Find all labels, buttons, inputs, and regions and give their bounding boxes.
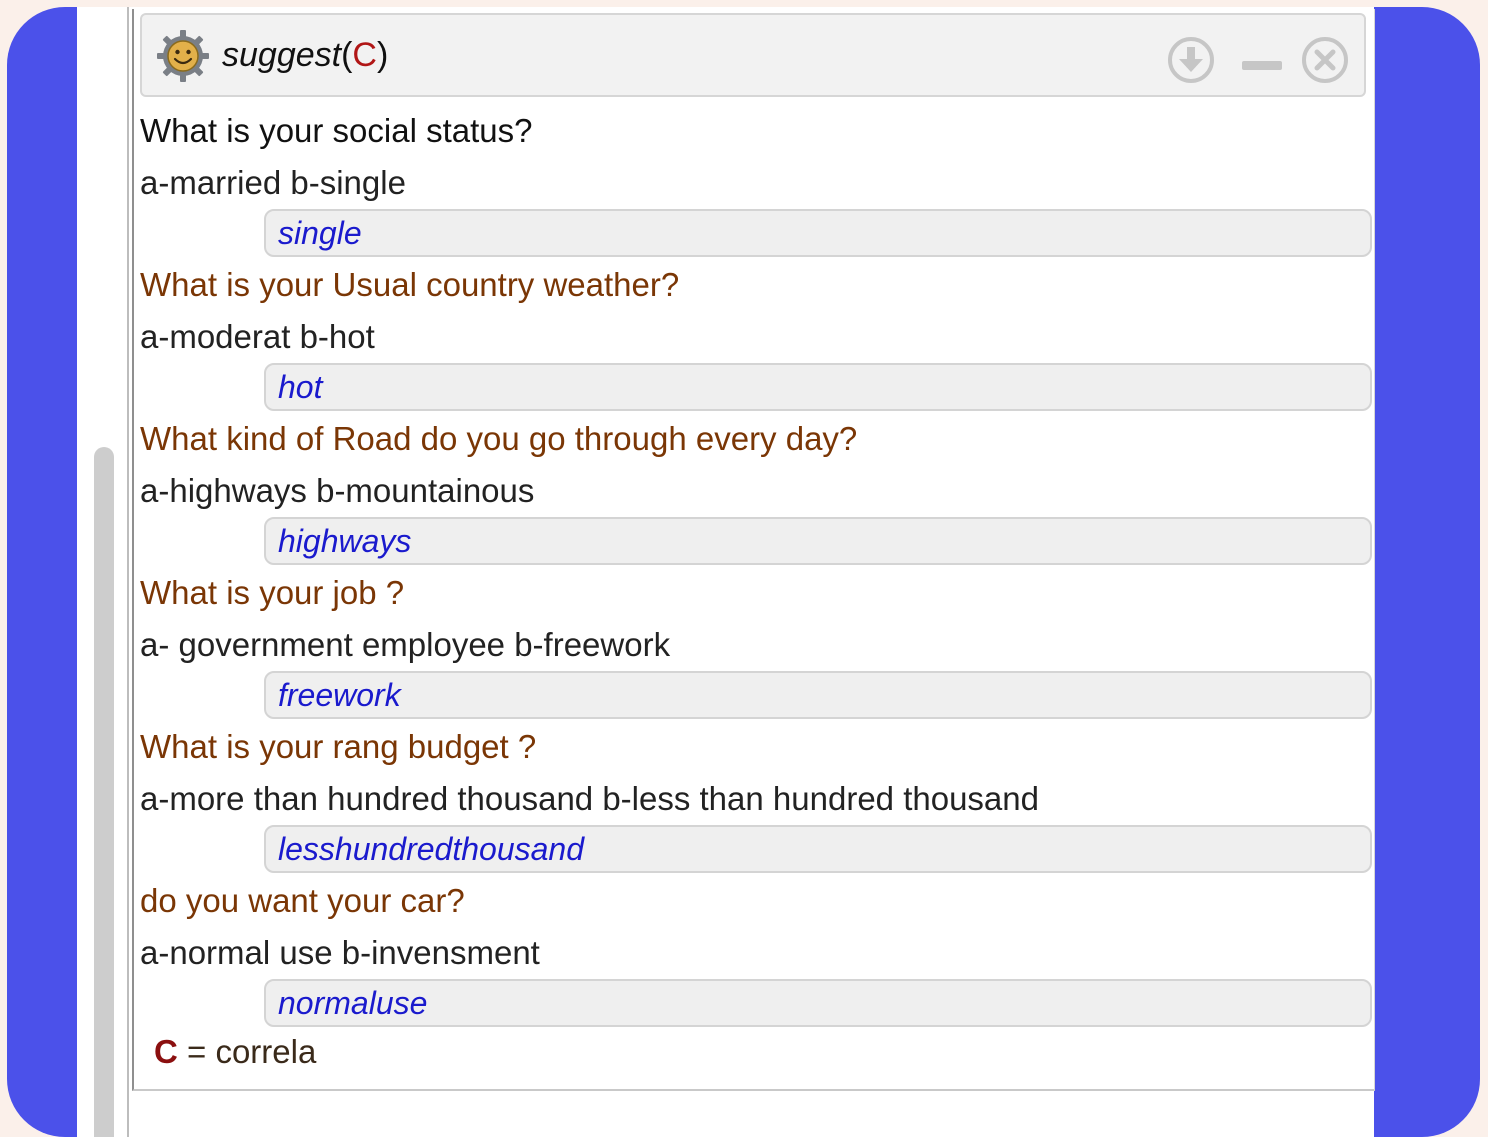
download-circle-icon[interactable] — [1166, 35, 1216, 85]
answer-field[interactable]: lesshundredthousand — [264, 825, 1372, 873]
answer-field[interactable]: hot — [264, 363, 1372, 411]
question-block: What kind of Road do you go through ever… — [140, 413, 1372, 567]
options-text: a-more than hundred thousand b-less than… — [140, 780, 1039, 817]
answer-field[interactable]: freework — [264, 671, 1372, 719]
outer-frame: suggest(C) What is your social status? a… — [7, 7, 1480, 1137]
panel-titlebar: suggest(C) — [140, 13, 1366, 97]
close-circle-icon[interactable] — [1300, 35, 1350, 85]
answer-field[interactable]: single — [264, 209, 1372, 257]
smiley-gear-icon — [157, 30, 209, 82]
suggest-panel: suggest(C) What is your social status? a… — [132, 9, 1375, 1091]
question-block: What is your Usual country weather? a-mo… — [140, 259, 1372, 413]
answer-field[interactable]: highways — [264, 517, 1372, 565]
options-text: a- government employee b-freework — [140, 626, 671, 663]
question-text: What is your job ? — [140, 574, 405, 611]
options-text: a-married b-single — [140, 164, 406, 201]
legend-text: = correla — [177, 1033, 317, 1070]
options-text: a-moderat b-hot — [140, 318, 375, 355]
question-block: What is your social status? a-married b-… — [140, 105, 1372, 259]
scrollbar-track[interactable] — [77, 7, 128, 1137]
question-text: What is your social status? — [140, 112, 533, 149]
question-text: What is your rang budget ? — [140, 728, 537, 765]
question-block: What is your rang budget ? a-more than h… — [140, 721, 1372, 875]
question-block: do you want your car? a-normal use b-inv… — [140, 875, 1372, 1029]
page: suggest(C) What is your social status? a… — [77, 7, 1375, 1137]
options-text: a-normal use b-invensment — [140, 934, 540, 971]
question-block: What is your job ? a- government employe… — [140, 567, 1372, 721]
minimize-icon[interactable] — [1240, 35, 1284, 85]
scrollbar-thumb[interactable] — [94, 447, 114, 1137]
legend: C = correla — [154, 1033, 316, 1071]
answer-field[interactable]: normaluse — [264, 979, 1372, 1027]
question-list: What is your social status? a-married b-… — [140, 105, 1372, 1029]
panel-title: suggest(C) — [222, 36, 389, 74]
options-text: a-highways b-mountainous — [140, 472, 535, 509]
question-text: do you want your car? — [140, 882, 465, 919]
divider — [127, 7, 129, 1137]
legend-symbol: C — [154, 1033, 178, 1070]
question-text: What kind of Road do you go through ever… — [140, 420, 858, 457]
question-text: What is your Usual country weather? — [140, 266, 680, 303]
